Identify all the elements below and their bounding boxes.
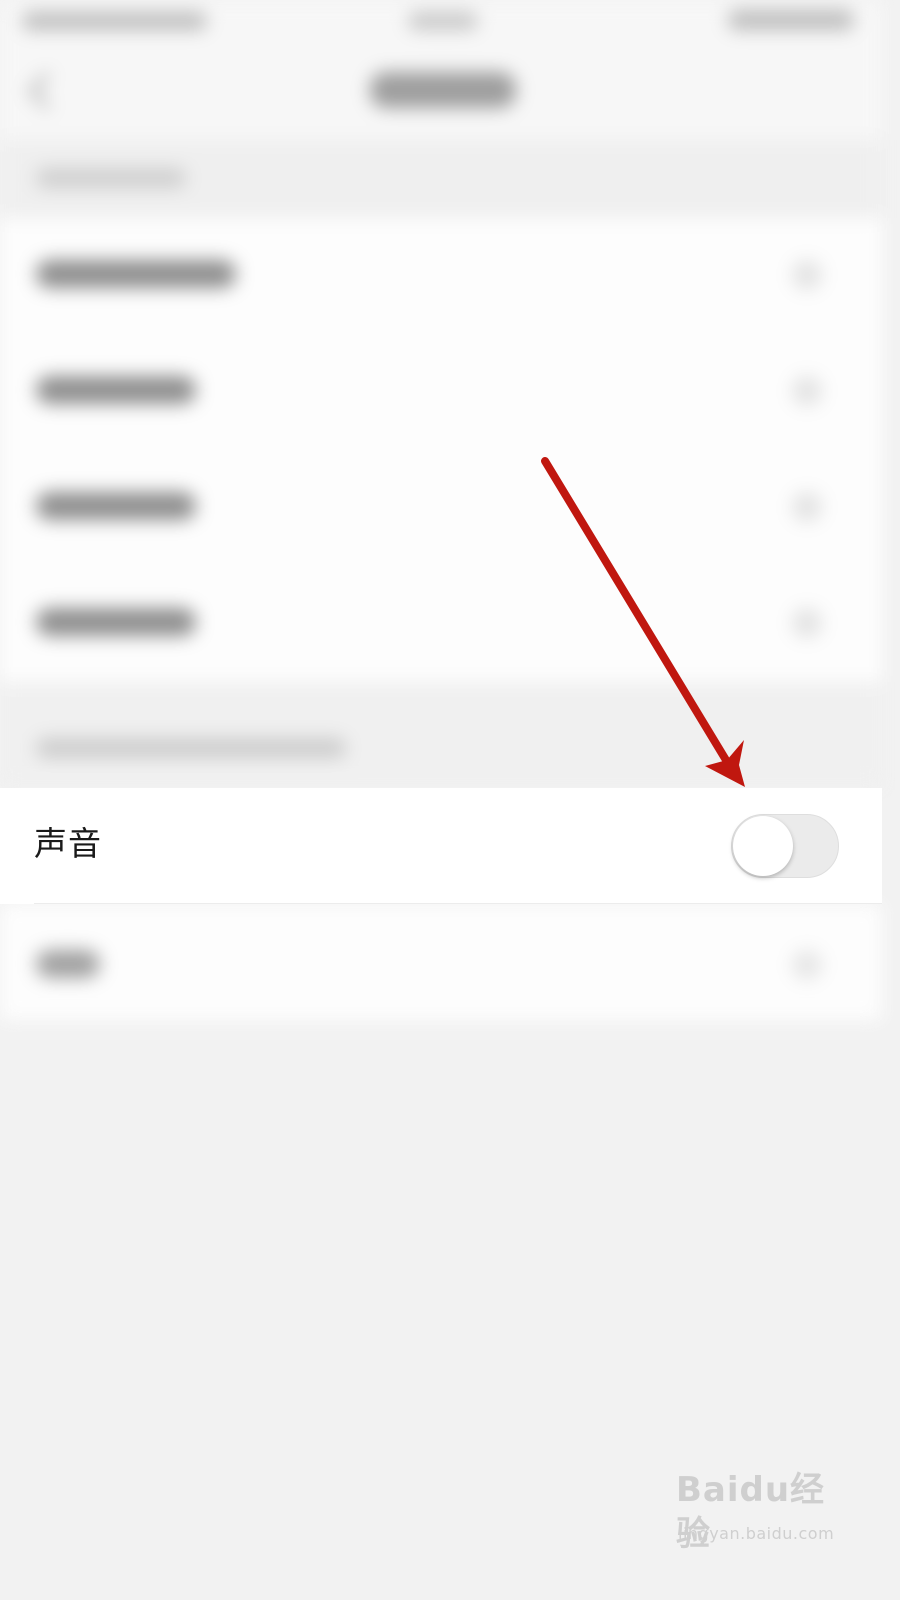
page-title <box>370 72 516 108</box>
chevron-right-icon <box>792 950 822 980</box>
section-header <box>0 140 882 218</box>
chevron-right-icon <box>792 608 822 638</box>
sound-label: 声音 <box>34 824 102 863</box>
status-bar <box>0 0 882 44</box>
sound-setting-row: 声音 <box>0 788 882 904</box>
sound-toggle-switch[interactable] <box>731 814 839 878</box>
status-bar-left-icons <box>22 12 207 30</box>
status-bar-right-icons <box>728 10 854 30</box>
settings-row[interactable] <box>0 450 882 566</box>
settings-row[interactable] <box>0 218 882 334</box>
status-bar-time <box>408 12 478 30</box>
settings-group <box>0 218 882 682</box>
section-header <box>0 682 882 788</box>
navigation-bar <box>0 44 882 140</box>
settings-row[interactable] <box>0 334 882 450</box>
watermark-url: jingyan.baidu.com <box>678 1524 835 1543</box>
back-arrow-icon[interactable] <box>28 72 66 110</box>
settings-row[interactable] <box>0 566 882 682</box>
baidu-watermark: Baidu经验 jingyan.baidu.com <box>676 1468 846 1554</box>
toggle-knob <box>733 816 793 876</box>
chevron-right-icon <box>792 376 822 406</box>
divider <box>34 903 882 904</box>
chevron-right-icon <box>792 492 822 522</box>
settings-row[interactable] <box>0 904 882 1020</box>
chevron-right-icon <box>792 260 822 290</box>
